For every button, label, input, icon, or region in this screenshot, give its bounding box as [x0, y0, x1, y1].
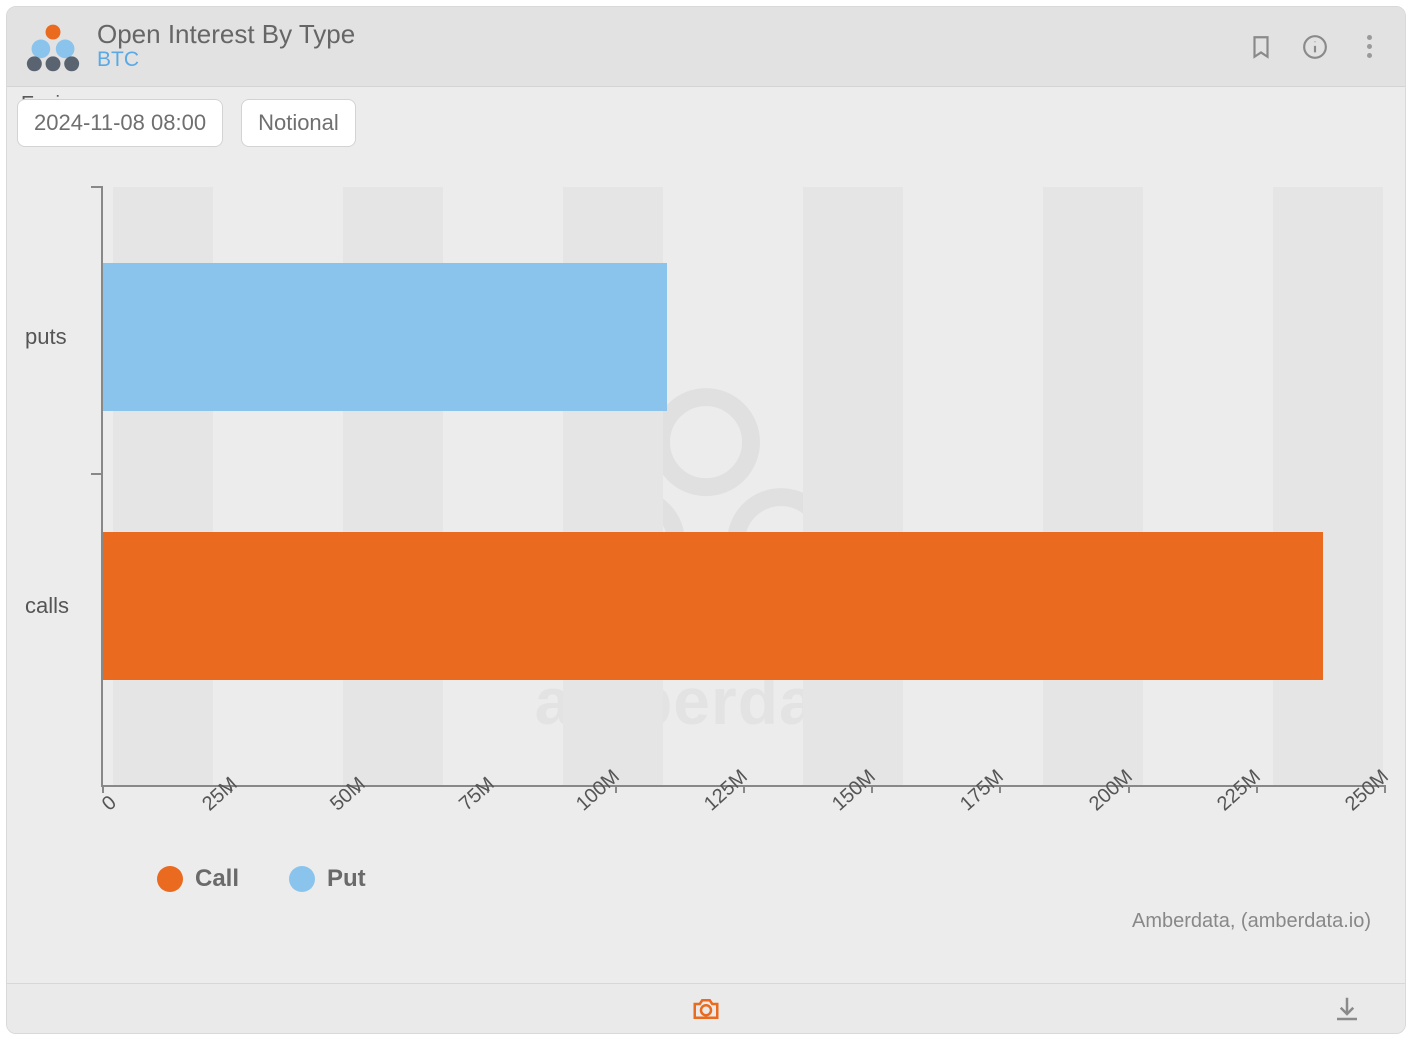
plot-body: 025M50M75M100M125M150M175M200M225M250M [101, 187, 1385, 787]
x-tick-label: 0 [98, 792, 122, 817]
info-icon[interactable] [1297, 29, 1333, 65]
legend-item-put[interactable]: Put [289, 865, 366, 893]
y-category-label: calls [25, 593, 69, 619]
attribution-label: Amberdata, (amberdata.io) [1132, 910, 1371, 933]
card-title: Open Interest By Type [97, 21, 1243, 48]
screenshot-icon[interactable] [688, 991, 724, 1027]
expiry-select[interactable]: 2024-11-08 08:00 [17, 99, 223, 147]
legend-label: Call [195, 865, 239, 893]
mode-select[interactable]: Notional [241, 99, 356, 147]
legend-item-call[interactable]: Call [157, 865, 239, 893]
legend: Call Put [157, 865, 366, 893]
bar-puts[interactable] [103, 263, 667, 411]
bar-calls[interactable] [103, 532, 1323, 680]
download-icon[interactable] [1329, 991, 1365, 1027]
card-header: Open Interest By Type BTC [7, 7, 1405, 87]
legend-color-icon [157, 866, 183, 892]
y-category-label: puts [25, 324, 67, 350]
more-menu-icon[interactable] [1351, 29, 1387, 65]
card-subtitle: BTC [97, 48, 1243, 72]
x-tick-label: 75M [455, 773, 499, 816]
legend-label: Put [327, 865, 366, 893]
controls-row: Expiry 2024-11-08 08:00 Notional [7, 87, 1405, 147]
bookmark-icon[interactable] [1243, 29, 1279, 65]
amberdata-logo-icon [25, 22, 81, 72]
legend-color-icon [289, 866, 315, 892]
chart-card: Open Interest By Type BTC Expiry [6, 6, 1406, 1034]
bottom-toolbar [7, 983, 1405, 1033]
chart-area: amberdata 025M50M75M100M125M150M175M200M… [17, 177, 1395, 993]
